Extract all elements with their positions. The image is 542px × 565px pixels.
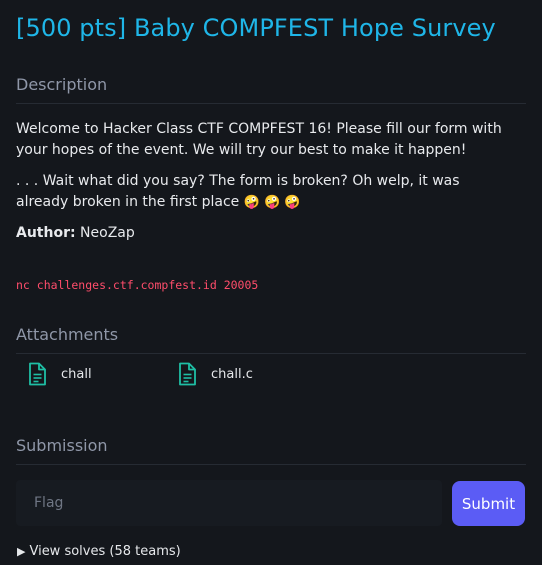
file-icon (27, 362, 47, 386)
submit-button[interactable]: Submit (452, 481, 525, 526)
description-paragraph-2: . . . Wait what did you say? The form is… (16, 171, 516, 213)
submission-heading: Submission (16, 436, 108, 455)
attachments-divider (16, 353, 526, 354)
triangle-right-icon: ▶ (17, 545, 26, 558)
attachment-name: chall (61, 366, 92, 382)
view-solves-label: View solves (58 teams) (29, 544, 181, 559)
file-icon (177, 362, 197, 386)
submission-divider (16, 464, 526, 465)
crazy-face-emojis: 🤪 🤪 🤪 (243, 195, 301, 210)
view-solves-toggle[interactable]: ▶ View solves (58 teams) (17, 544, 181, 559)
attachments-heading: Attachments (16, 325, 119, 344)
author-line: Author: NeoZap (16, 223, 516, 244)
challenge-title: [500 pts] Baby COMPFEST Hope Survey (16, 14, 496, 42)
author-label: Author: (16, 225, 76, 241)
description-paragraph-2-text: . . . Wait what did you say? The form is… (16, 173, 460, 210)
connection-command: nc challenges.ctf.compfest.id 20005 (16, 278, 259, 292)
attachment-name: chall.c (211, 366, 253, 382)
description-heading: Description (16, 75, 108, 94)
attachment-chall[interactable]: chall (27, 362, 92, 386)
attachment-chall-c[interactable]: chall.c (177, 362, 253, 386)
flag-input[interactable] (16, 480, 442, 526)
description-paragraph-1: Welcome to Hacker Class CTF COMPFEST 16!… (16, 121, 502, 158)
author-name: NeoZap (80, 225, 135, 241)
description-divider (16, 103, 526, 104)
challenge-page: [500 pts] Baby COMPFEST Hope Survey Desc… (0, 0, 542, 565)
